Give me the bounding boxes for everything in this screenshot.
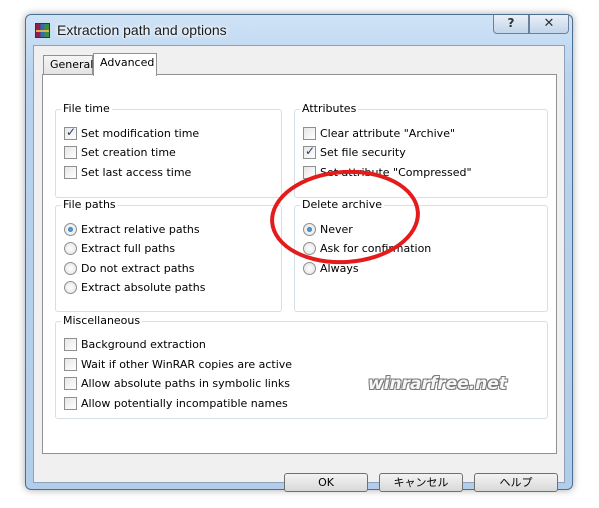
- miscellaneous-title: Miscellaneous: [61, 314, 143, 327]
- checkbox-wait-if-other-winrar-copies[interactable]: [64, 357, 77, 371]
- tab-general[interactable]: General: [43, 55, 93, 75]
- option-extract-full-paths[interactable]: Extract full paths: [64, 240, 175, 256]
- label-do-not-extract-paths: Do not extract paths: [81, 261, 195, 275]
- option-set-modification-time[interactable]: Set modification time: [64, 125, 199, 141]
- radio-do-not-extract-paths[interactable]: [64, 261, 77, 275]
- label-clear-attribute-archive: Clear attribute "Archive": [320, 126, 456, 140]
- attributes-title: Attributes: [300, 102, 359, 115]
- close-button[interactable]: ✕: [529, 15, 569, 34]
- advanced-tab-panel: File time Set modification time Set crea…: [42, 74, 557, 454]
- winrar-app-icon: [35, 23, 50, 38]
- label-extract-relative-paths: Extract relative paths: [81, 222, 200, 236]
- option-extract-relative-paths[interactable]: Extract relative paths: [64, 221, 200, 237]
- option-set-last-access-time[interactable]: Set last access time: [64, 164, 191, 180]
- checkbox-set-file-security[interactable]: [303, 144, 316, 159]
- dialog-client-area: General Advanced File time Set modificat…: [33, 45, 565, 492]
- title-bar[interactable]: Extraction path and options ? ✕: [26, 15, 572, 45]
- label-allow-incompatible-names: Allow potentially incompatible names: [81, 396, 288, 410]
- window-title: Extraction path and options: [57, 22, 227, 38]
- tab-advanced[interactable]: Advanced: [93, 53, 157, 76]
- option-do-not-extract-paths[interactable]: Do not extract paths: [64, 260, 194, 276]
- option-allow-absolute-paths-symlinks[interactable]: Allow absolute paths in symbolic links: [64, 375, 290, 391]
- checkbox-set-modification-time[interactable]: [64, 125, 77, 140]
- watermark-text: winrarfree.net: [368, 374, 507, 394]
- label-extract-full-paths: Extract full paths: [81, 241, 176, 255]
- file-time-group: File time Set modification time Set crea…: [55, 102, 282, 198]
- checkbox-allow-incompatible-names[interactable]: [64, 396, 77, 410]
- radio-extract-relative-paths[interactable]: [64, 222, 77, 236]
- label-set-last-access-time: Set last access time: [81, 165, 192, 179]
- option-wait-if-other-winrar-copies[interactable]: Wait if other WinRAR copies are active: [64, 356, 292, 372]
- file-time-title: File time: [61, 102, 112, 115]
- label-extract-absolute-paths: Extract absolute paths: [81, 280, 206, 294]
- radio-extract-absolute-paths[interactable]: [64, 280, 77, 294]
- radio-always[interactable]: [303, 261, 316, 275]
- label-set-modification-time: Set modification time: [81, 126, 200, 140]
- option-extract-absolute-paths[interactable]: Extract absolute paths: [64, 279, 205, 295]
- label-set-creation-time: Set creation time: [81, 145, 176, 159]
- checkbox-clear-attribute-archive[interactable]: [303, 126, 316, 140]
- option-allow-incompatible-names[interactable]: Allow potentially incompatible names: [64, 395, 288, 411]
- label-allow-absolute-paths-symlinks: Allow absolute paths in symbolic links: [81, 376, 290, 390]
- file-paths-group: File paths Extract relative paths Extrac…: [55, 198, 282, 312]
- miscellaneous-group: Miscellaneous Background extraction Wait…: [55, 314, 548, 419]
- label-set-file-security: Set file security: [320, 145, 406, 159]
- label-wait-if-other-winrar-copies: Wait if other WinRAR copies are active: [81, 357, 293, 371]
- checkbox-background-extraction[interactable]: [64, 337, 77, 351]
- checkbox-set-creation-time[interactable]: [64, 145, 77, 159]
- ok-button[interactable]: OK: [284, 473, 368, 492]
- cancel-button[interactable]: キャンセル: [379, 473, 463, 492]
- help-title-button[interactable]: ?: [493, 15, 529, 34]
- option-set-creation-time[interactable]: Set creation time: [64, 144, 176, 160]
- radio-extract-full-paths[interactable]: [64, 241, 77, 255]
- option-clear-attribute-archive[interactable]: Clear attribute "Archive": [303, 125, 455, 141]
- option-background-extraction[interactable]: Background extraction: [64, 336, 206, 352]
- label-background-extraction: Background extraction: [81, 337, 206, 351]
- option-set-file-security[interactable]: Set file security: [303, 144, 406, 160]
- help-button[interactable]: ヘルプ: [474, 473, 558, 492]
- checkbox-set-last-access-time[interactable]: [64, 165, 77, 179]
- checkbox-allow-absolute-paths-symlinks[interactable]: [64, 376, 77, 390]
- file-paths-title: File paths: [61, 198, 118, 211]
